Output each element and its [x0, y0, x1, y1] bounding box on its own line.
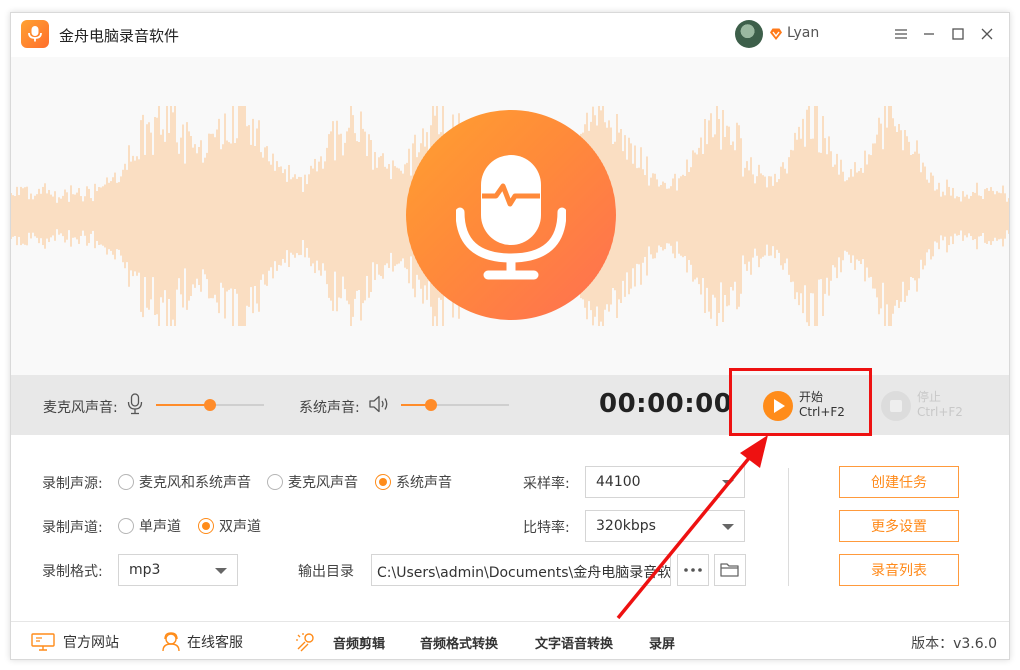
- username[interactable]: Lyan: [787, 25, 819, 41]
- ellipsis-icon: [684, 568, 702, 572]
- channel-option-stereo[interactable]: 双声道: [198, 516, 261, 536]
- monitor-icon: [31, 633, 55, 651]
- stop-recording-button[interactable]: 停止 Ctrl+F2: [881, 389, 981, 423]
- channel-label: 录制声道:: [42, 520, 103, 536]
- vip-badge-icon: [770, 28, 782, 40]
- waveform-hero: [11, 57, 1009, 375]
- radio-icon: [118, 474, 134, 490]
- tool-text-to-speech[interactable]: 文字语音转换: [535, 622, 613, 659]
- app-title: 金舟电脑录音软件: [59, 27, 180, 45]
- footer-bar: 官方网站 在线客服 音频剪辑 音频格式转换 文字语音转换 录屏 版本：v3.6.…: [11, 621, 1009, 659]
- tool-screen-record[interactable]: 录屏: [649, 622, 675, 659]
- mic-volume-label: 麦克风声音:: [43, 400, 118, 416]
- speaker-icon: [369, 395, 388, 413]
- stop-icon: [881, 391, 911, 421]
- customer-service-icon: [162, 632, 180, 652]
- tool-audio-edit[interactable]: 音频剪辑: [333, 622, 385, 659]
- bitrate-label: 比特率:: [523, 520, 570, 536]
- open-folder-button[interactable]: [714, 554, 746, 586]
- app-logo-icon: [21, 20, 49, 48]
- mic-volume-fill: [156, 404, 210, 406]
- format-label: 录制格式:: [42, 564, 103, 580]
- audio-tools-icon: [295, 622, 315, 659]
- bitrate-select[interactable]: 320kbps: [585, 510, 745, 542]
- title-bar: 金舟电脑录音软件 Lyan: [11, 13, 1009, 57]
- format-select[interactable]: mp3: [118, 554, 238, 586]
- official-site-link[interactable]: 官方网站: [31, 622, 119, 659]
- sample-rate-select[interactable]: 44100: [585, 466, 745, 498]
- sample-rate-label: 采样率:: [523, 476, 570, 492]
- radio-icon: [198, 518, 214, 534]
- source-label: 录制声源:: [42, 476, 103, 492]
- microphone-icon: [406, 110, 616, 320]
- source-option-system[interactable]: 系统声音: [375, 472, 452, 492]
- minimize-icon[interactable]: [916, 21, 942, 47]
- mic-volume-icon: [127, 393, 143, 415]
- radio-icon: [118, 518, 134, 534]
- source-option-mic[interactable]: 麦克风声音: [267, 472, 358, 492]
- user-avatar[interactable]: [735, 20, 763, 48]
- app-window: 金舟电脑录音软件 Lyan 麦克风声音: 系统声音: 00:00:00 开始 C…: [10, 12, 1010, 660]
- output-path-field[interactable]: C:\Users\admin\Documents\金舟电脑录音软: [371, 554, 671, 586]
- source-option-mic-and-system[interactable]: 麦克风和系统声音: [118, 472, 251, 492]
- mic-volume-slider[interactable]: [156, 399, 264, 411]
- online-service-link[interactable]: 在线客服: [161, 622, 243, 659]
- highlight-box: [729, 368, 872, 436]
- channel-option-mono[interactable]: 单声道: [118, 516, 181, 536]
- maximize-icon[interactable]: [945, 21, 971, 47]
- more-settings-button[interactable]: 更多设置: [839, 510, 959, 542]
- system-volume-knob[interactable]: [425, 399, 438, 411]
- radio-icon: [375, 474, 391, 490]
- tool-format-convert[interactable]: 音频格式转换: [420, 622, 498, 659]
- chevron-down-icon: [722, 480, 734, 486]
- system-volume-label: 系统声音:: [299, 400, 360, 416]
- chevron-down-icon: [215, 568, 227, 574]
- version-label: 版本：v3.6.0: [911, 636, 997, 652]
- stop-label: 停止 Ctrl+F2: [917, 390, 963, 419]
- recording-timer: 00:00:00: [599, 389, 733, 419]
- more-options-button[interactable]: [677, 554, 709, 586]
- close-icon[interactable]: [974, 21, 1000, 47]
- mic-volume-knob[interactable]: [204, 399, 216, 411]
- create-task-button[interactable]: 创建任务: [839, 466, 959, 498]
- menu-icon[interactable]: [888, 21, 914, 47]
- output-label: 输出目录: [298, 564, 354, 580]
- radio-icon: [267, 474, 283, 490]
- system-volume-slider[interactable]: [401, 399, 509, 411]
- chevron-down-icon: [722, 524, 734, 530]
- recording-list-button[interactable]: 录音列表: [839, 554, 959, 586]
- vertical-divider: [788, 468, 789, 586]
- folder-icon: [720, 563, 739, 577]
